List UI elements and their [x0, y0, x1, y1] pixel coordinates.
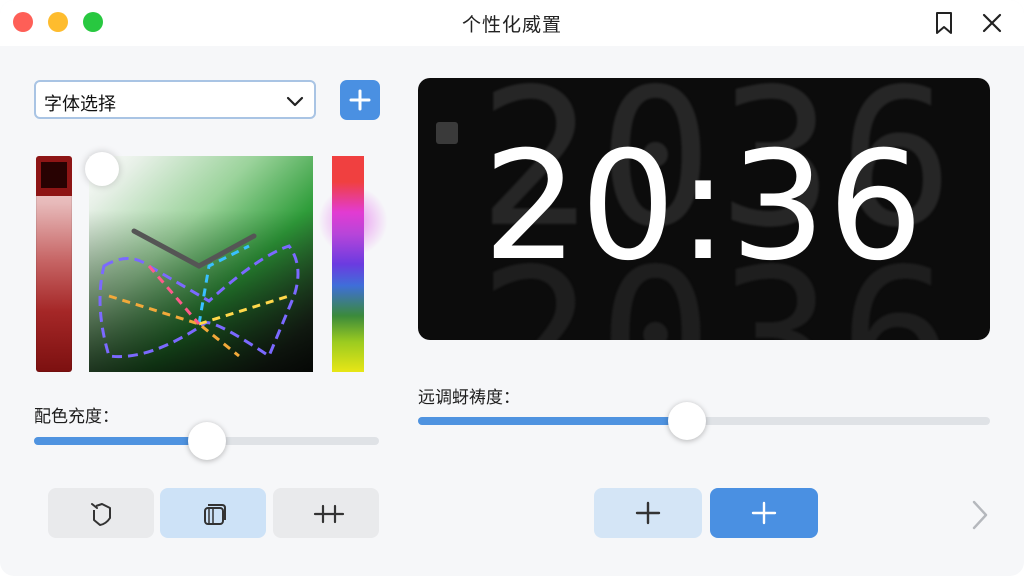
rotate-shield-icon [91, 503, 111, 526]
layers-mode-button[interactable] [160, 488, 266, 538]
color-saturation-slider-handle[interactable] [187, 422, 226, 460]
color-saturation-fill [34, 437, 207, 445]
settings-window: 个性化威置 字体选择 配色充度： 2036 2036 20:36 远调蚜祷度： [0, 0, 1024, 576]
add-primary-button[interactable] [710, 488, 818, 538]
hash-icon [313, 504, 345, 524]
color-picker-field[interactable] [89, 156, 313, 372]
color-saturation-label: 配色充度： [34, 407, 119, 427]
clock-time: 20:36 [482, 120, 926, 294]
close-icon[interactable] [980, 11, 1004, 35]
bookmark-icon[interactable] [932, 11, 956, 35]
plus-icon [349, 89, 371, 111]
font-select-value: 字体选择 [44, 94, 116, 115]
color-picker-handle[interactable] [85, 152, 119, 186]
title-bar: 个性化威置 [0, 0, 1024, 46]
decorative-sketch [98, 228, 300, 359]
add-secondary-button[interactable] [594, 488, 702, 538]
brightness-label: 远调蚜祷度： [418, 388, 520, 408]
font-select-dropdown[interactable]: 字体选择 [34, 80, 316, 119]
brightness-fill [418, 417, 687, 425]
brightness-slider-handle[interactable] [667, 402, 706, 440]
selected-shade-swatch [41, 162, 67, 188]
layers-icon [204, 504, 226, 525]
chevron-right-icon[interactable] [968, 498, 992, 532]
shade-strip[interactable] [36, 156, 72, 372]
add-font-button[interactable] [340, 80, 380, 120]
clock-preview: 2036 2036 20:36 [418, 78, 990, 340]
rotate-mode-button[interactable] [48, 488, 154, 538]
chevron-down-icon [286, 92, 304, 110]
grid-mode-button[interactable] [273, 488, 379, 538]
plus-icon [751, 501, 777, 525]
window-title: 个性化威置 [461, 14, 562, 36]
plus-icon [635, 501, 661, 525]
hue-strip[interactable] [332, 156, 364, 372]
